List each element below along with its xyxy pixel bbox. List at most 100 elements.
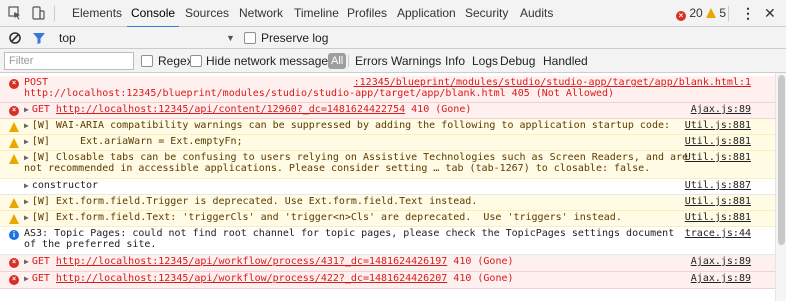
level-errors-button[interactable]: Errors: [355, 49, 388, 73]
tab-security[interactable]: Security: [465, 0, 508, 27]
vertical-scrollbar[interactable]: [775, 73, 786, 301]
warning-icon: [9, 214, 19, 224]
message-text: ▶ GET http://localhost:12345/api/workflow…: [24, 273, 514, 284]
error-icon: ×: [9, 79, 19, 89]
console-message-warning: ▶ [W] Ext.form.field.Text: 'triggerCls' a…: [0, 211, 775, 227]
message-text: ▶ GET http://localhost:12345/api/workflow…: [24, 256, 514, 267]
tab-sources[interactable]: Sources: [185, 0, 229, 27]
inspect-element-icon[interactable]: [8, 6, 22, 20]
devtools-tabbar: Elements Console Sources Network Timelin…: [0, 0, 786, 28]
console-message-warning: ▶ [W] WAI-ARIA compatibility warnings can…: [0, 119, 775, 135]
preserve-log-label: Preserve log: [261, 31, 329, 45]
console-filter-bar: Regex Hide network messages All Errors W…: [0, 49, 786, 73]
message-source-link[interactable]: Ajax.js:89: [691, 104, 751, 116]
expand-arrow-icon: ▶: [24, 181, 29, 190]
chevron-down-icon[interactable]: ▼: [226, 27, 235, 49]
expand-arrow-icon: ▶: [24, 197, 29, 206]
expand-arrow-icon: ▶: [24, 257, 29, 266]
console-message-warning: ▶ [W] Ext.ariaWarn = Ext.emptyFn; Util.js…: [0, 135, 775, 151]
console-message-warning: ▶ [W] Closable tabs can be confusing to u…: [0, 151, 775, 179]
message-text: ▶ [W] Ext.ariaWarn = Ext.emptyFn;: [24, 136, 243, 147]
level-debug-button[interactable]: Debug: [500, 49, 535, 73]
message-text: ▶ [W] Ext.form.field.Trigger is deprecate…: [24, 196, 478, 207]
message-source-link[interactable]: Ajax.js:89: [691, 256, 751, 268]
tab-elements[interactable]: Elements: [72, 0, 122, 27]
toolbar-divider: [54, 6, 55, 21]
message-counts[interactable]: × 20 5: [676, 0, 726, 27]
console-message-info: i AS3: Topic Pages: could not find root …: [0, 227, 775, 255]
console-message-error: × POST :12345/blueprint/modules/studio/s…: [0, 76, 775, 103]
message-source-link[interactable]: trace.js:44: [685, 228, 751, 240]
console-message-warning: ▶ [W] Ext.form.field.Trigger is deprecate…: [0, 195, 775, 211]
info-icon: i: [9, 230, 19, 240]
filter-divider: [348, 55, 349, 67]
console-message-error: × ▶ GET http://localhost:12345/api/workfl…: [0, 255, 775, 272]
error-icon: ×: [9, 106, 19, 116]
request-url-link[interactable]: http://localhost:12345/api/workflow/proc…: [56, 273, 447, 284]
tab-console[interactable]: Console: [126, 0, 180, 28]
hide-network-label: Hide network messages: [206, 54, 335, 68]
warning-icon: [9, 154, 19, 164]
message-text[interactable]: ▶ constructor: [24, 180, 98, 192]
tab-profiles[interactable]: Profiles: [347, 0, 387, 27]
tab-audits[interactable]: Audits: [520, 0, 553, 27]
level-warnings-button[interactable]: Warnings: [391, 49, 441, 73]
request-url-link[interactable]: http://localhost:12345/api/workflow/proc…: [56, 256, 447, 267]
scrollbar-thumb[interactable]: [778, 75, 785, 245]
console-message-error: × ▶ GET http://localhost:12345/api/workfl…: [0, 272, 775, 289]
message-text-continued: of the preferred site.: [24, 239, 157, 250]
expand-arrow-icon: ▶: [24, 105, 29, 114]
console-message-log: ▶ constructor Util.js:887: [0, 179, 775, 195]
level-logs-button[interactable]: Logs: [472, 49, 498, 73]
console-log: × POST :12345/blueprint/modules/studio/s…: [0, 73, 775, 301]
tab-network[interactable]: Network: [239, 0, 283, 27]
filter-icon[interactable]: [32, 31, 46, 45]
expand-arrow-icon: ▶: [24, 153, 29, 162]
expand-arrow-icon: ▶: [24, 137, 29, 146]
close-icon[interactable]: ✕: [764, 0, 776, 27]
message-source-link[interactable]: Util.js:881: [685, 120, 751, 132]
message-source-link[interactable]: Util.js:887: [685, 180, 751, 192]
error-icon: ×: [9, 275, 19, 285]
error-icon: ×: [9, 258, 19, 268]
filter-input[interactable]: [4, 52, 134, 70]
message-text-continued: not recommended in accessible applicatio…: [24, 163, 651, 174]
tab-timeline[interactable]: Timeline: [294, 0, 339, 27]
message-source-link[interactable]: Util.js:881: [685, 152, 751, 164]
warning-count: 5: [719, 6, 727, 20]
message-text: ▶ [W] WAI-ARIA compatibility warnings can…: [24, 120, 671, 131]
warning-icon: [9, 198, 19, 208]
device-toolbar-icon[interactable]: [31, 6, 45, 20]
expand-arrow-icon: ▶: [24, 213, 29, 222]
expand-arrow-icon: ▶: [24, 274, 29, 283]
message-text: ▶ [W] Ext.form.field.Text: 'triggerCls' a…: [24, 212, 622, 223]
message-source-link[interactable]: Ajax.js:89: [691, 273, 751, 285]
level-info-button[interactable]: Info: [445, 49, 465, 73]
level-handled-button[interactable]: Handled: [543, 49, 588, 73]
hide-network-checkbox[interactable]: [190, 55, 202, 67]
more-menu-icon[interactable]: ⋮: [741, 0, 755, 27]
message-source-link[interactable]: Util.js:881: [685, 196, 751, 208]
warning-icon: [9, 122, 19, 132]
message-source-link[interactable]: Util.js:881: [685, 136, 751, 148]
toolbar-divider: [728, 6, 729, 21]
request-url-link[interactable]: http://localhost:12345/api/content/12960…: [56, 104, 405, 115]
error-count-icon: ×: [676, 11, 686, 21]
error-count: 20: [689, 6, 703, 20]
clear-console-icon[interactable]: [8, 31, 22, 45]
expand-arrow-icon: ▶: [24, 121, 29, 130]
message-source-link[interactable]: Util.js:881: [685, 212, 751, 224]
warning-icon: [9, 138, 19, 148]
console-message-error: × ▶ GET http://localhost:12345/api/conten…: [0, 103, 775, 119]
preserve-log-checkbox[interactable]: [244, 32, 256, 44]
warning-count-icon: [706, 8, 717, 18]
regex-label: Regex: [158, 54, 193, 68]
request-url-link[interactable]: http://localhost:12345/blueprint/modules…: [24, 88, 506, 99]
message-text-continued: http://localhost:12345/blueprint/modules…: [24, 88, 615, 99]
level-all-button[interactable]: All: [328, 53, 347, 69]
message-text: ▶ GET http://localhost:12345/api/content/…: [24, 104, 472, 115]
tab-application[interactable]: Application: [397, 0, 456, 27]
console-context-bar: top ▼ Preserve log: [0, 27, 786, 49]
regex-checkbox[interactable]: [141, 55, 153, 67]
context-selector[interactable]: top: [59, 27, 76, 49]
